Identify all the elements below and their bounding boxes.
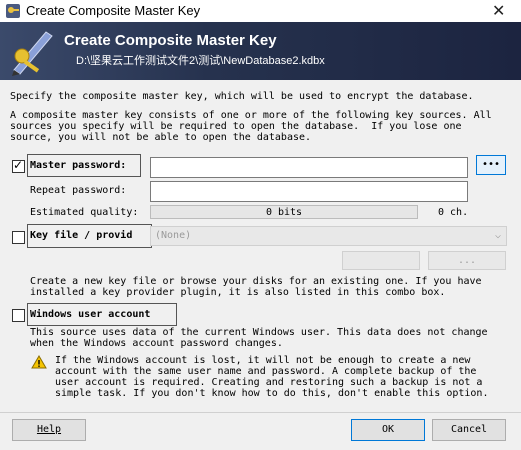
master-password-label: Master password:: [27, 154, 141, 177]
footer-divider: [0, 412, 521, 413]
banner-title: Create Composite Master Key: [64, 32, 277, 49]
keepass-app-icon: [6, 4, 20, 18]
quality-chars-text: 0 ch.: [438, 207, 469, 218]
windows-account-checkbox[interactable]: [12, 309, 25, 322]
create-key-file-button[interactable]: [342, 251, 420, 270]
warning-icon: [31, 355, 47, 369]
intro-paragraph: A composite master key consists of one o…: [10, 110, 492, 143]
quality-bits-text: 0 bits: [265, 207, 303, 218]
header-banner: Create Composite Master Key D:\坚果云工作测试文件…: [0, 22, 521, 80]
estimated-quality-label: Estimated quality:: [30, 207, 139, 218]
help-button-label: Help: [36, 424, 62, 435]
intro-line: Specify the composite master key, which …: [10, 91, 474, 102]
repeat-password-label: Repeat password:: [30, 185, 127, 196]
cancel-button[interactable]: Cancel: [432, 419, 506, 441]
help-button[interactable]: Help: [12, 419, 86, 441]
chevron-down-icon: ⌵: [494, 230, 501, 241]
quality-progress-bar: 0 bits: [150, 205, 418, 219]
master-password-input[interactable]: [150, 157, 468, 178]
ok-button[interactable]: OK: [351, 419, 425, 441]
title-bar: Create Composite Master Key ✕: [0, 0, 521, 22]
windows-account-label: Windows user account: [27, 303, 177, 326]
repeat-password-input[interactable]: [150, 181, 468, 202]
banner-file-path: D:\坚果云工作测试文件2\测试\NewDatabase2.kdbx: [76, 55, 325, 67]
window-title: Create Composite Master Key: [26, 3, 201, 18]
close-icon[interactable]: ✕: [492, 1, 505, 21]
windows-account-warning: If the Windows account is lost, it will …: [55, 355, 489, 399]
show-password-button[interactable]: •••: [476, 155, 506, 175]
browse-key-file-button[interactable]: ...: [428, 251, 506, 270]
key-file-combo[interactable]: (None) ⌵: [150, 226, 507, 246]
key-file-selected: (None): [155, 230, 192, 241]
key-file-description: Create a new key file or browse your dis…: [30, 276, 482, 298]
key-file-checkbox[interactable]: [12, 231, 25, 244]
key-pen-icon: [12, 31, 53, 76]
key-file-label: Key file / provid: [27, 224, 152, 248]
master-password-checkbox[interactable]: [12, 158, 25, 173]
windows-account-description: This source uses data of the current Win…: [30, 327, 488, 349]
